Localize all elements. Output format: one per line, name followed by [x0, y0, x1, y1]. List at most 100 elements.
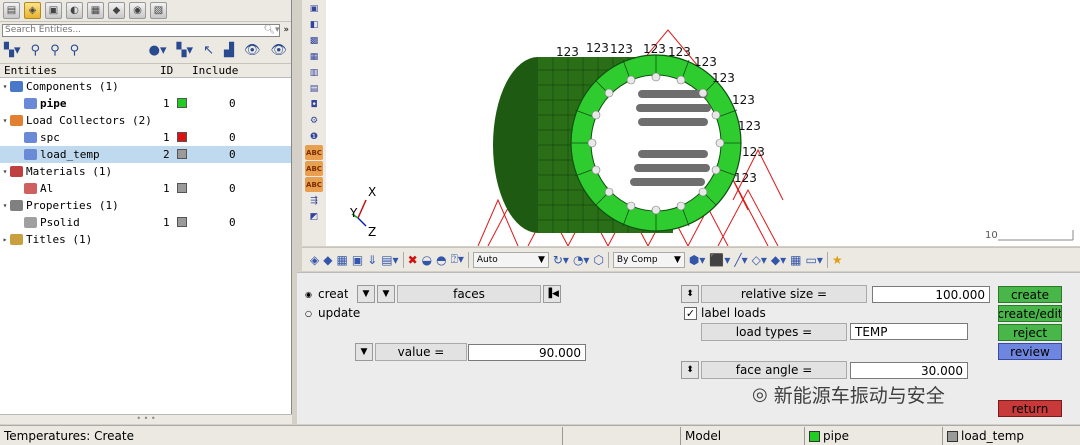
display-icon[interactable]: ◧ — [305, 17, 323, 32]
number-icon[interactable]: ❶ — [305, 129, 323, 144]
tree-row-spc[interactable]: spc 1 0 — [0, 129, 291, 146]
label-abc-icon[interactable]: ABC — [305, 145, 323, 160]
tree-row-pipe[interactable]: pipe 1 0 — [0, 95, 291, 112]
face-angle-toggle[interactable]: ⬍ — [681, 361, 699, 379]
shrink-icon[interactable]: ⚙ — [305, 113, 323, 128]
collapse-chevron-icon[interactable]: » — [280, 25, 289, 35]
value-field[interactable]: 90.000 — [468, 344, 586, 361]
header-include[interactable]: Include — [192, 64, 252, 77]
tree-row-al[interactable]: Al 1 0 — [0, 180, 291, 197]
load-types-field[interactable]: TEMP — [850, 323, 968, 340]
label-abc-2-icon[interactable]: ABC — [305, 161, 323, 176]
include-tab-icon[interactable]: ▣ — [45, 2, 62, 19]
display-mode-select[interactable]: Auto ▼ — [472, 251, 549, 268]
delete-icon[interactable]: ✖ — [408, 253, 418, 267]
show-only-icon[interactable]: 👁︎ — [270, 43, 287, 58]
mask-icon[interactable]: ◒ — [422, 253, 432, 267]
tree-row-load-collectors[interactable]: ▾ Load Collectors (2) — [0, 112, 291, 129]
search-input[interactable] — [5, 25, 195, 35]
material-tab-icon[interactable]: ◆ — [108, 2, 125, 19]
review-button[interactable]: review — [998, 343, 1062, 360]
collapse-arrow-icon[interactable]: ▾ — [0, 82, 10, 91]
face-angle-label-button[interactable]: face angle = — [701, 361, 847, 379]
load-types-label-button[interactable]: load types = — [701, 323, 847, 341]
wireframe-icon[interactable]: ▦ — [305, 49, 323, 64]
collapse-arrow-icon[interactable]: ▾ — [0, 201, 10, 210]
status-current-loadcollector[interactable]: load_temp — [942, 427, 1080, 445]
relative-size-field[interactable]: 100.000 — [872, 286, 990, 303]
elements-icon[interactable]: ▤ — [305, 81, 323, 96]
faces-selector[interactable]: faces — [397, 285, 541, 303]
status-model[interactable]: Model — [680, 427, 804, 445]
palette-icon[interactable]: ◩ — [305, 209, 323, 224]
load-display-icon[interactable]: ⇶ — [305, 193, 323, 208]
loadstep-tab-icon[interactable]: ▦ — [87, 2, 104, 19]
monitor-icon[interactable]: ▭▾ — [806, 253, 823, 267]
plane-icon[interactable]: ◇▾ — [752, 253, 767, 267]
show-icon[interactable]: 👁︎ — [244, 43, 261, 58]
tree-row-psolid[interactable]: Psolid 1 0 — [0, 214, 291, 231]
isolate-icon[interactable]: ▟ — [224, 43, 234, 58]
material-icon[interactable]: ▦ — [336, 253, 347, 267]
solid-icon[interactable]: ◆ — [323, 253, 332, 267]
filter-2-icon[interactable]: ⚲ — [50, 43, 60, 58]
line-icon[interactable]: ╱▾ — [734, 253, 747, 267]
collapse-arrow-icon[interactable]: ▸ — [0, 235, 10, 244]
search-icon[interactable]: 🔍︎▾ — [264, 25, 280, 35]
al-color-swatch[interactable] — [177, 183, 187, 193]
relative-size-label-button[interactable]: relative size = — [701, 285, 867, 303]
tree-row-titles[interactable]: ▸ Titles (1) — [0, 231, 291, 248]
label-abc-3-icon[interactable]: ABC — [305, 177, 323, 192]
graphics-viewport[interactable]: 123 123 123 123 123 123 123 123 123 123 … — [338, 0, 1080, 246]
spc-color-swatch[interactable] — [177, 132, 187, 142]
return-button[interactable]: return — [998, 400, 1062, 417]
collapse-arrow-icon[interactable]: ▾ — [0, 116, 10, 125]
status-current-component[interactable]: pipe — [804, 427, 942, 445]
load-temp-color-swatch[interactable] — [177, 149, 187, 159]
rotate-icon[interactable]: ↻▾ — [553, 253, 569, 267]
reset-selection-button[interactable]: ▐◀ — [543, 285, 561, 303]
create-edit-button[interactable]: create/edit — [998, 305, 1062, 322]
reject-button[interactable]: reject — [998, 324, 1062, 341]
wire-cube-icon[interactable]: ⬢▾ — [689, 253, 706, 267]
entity-tab-icon[interactable]: ◈ — [24, 2, 41, 19]
entity-color-icon[interactable]: ●▾ — [149, 43, 167, 58]
cube-icon[interactable]: ⬡ — [593, 253, 603, 267]
query-icon[interactable]: ⍰▾ — [451, 252, 464, 267]
browser-resize-grip[interactable]: • • • — [0, 414, 292, 424]
tree-row-properties[interactable]: ▾ Properties (1) — [0, 197, 291, 214]
property-icon[interactable]: ▣ — [352, 253, 363, 267]
relative-size-toggle[interactable]: ⬍ — [681, 285, 699, 303]
color-mode-select[interactable]: By Comp ▼ — [612, 251, 685, 268]
transparency-icon[interactable]: ◘ — [305, 97, 323, 112]
loadcollector-icon[interactable]: ▤▾ — [381, 253, 398, 267]
model-tab-icon[interactable]: ▤ — [3, 2, 20, 19]
value-type-dropdown[interactable]: ▼ — [355, 343, 373, 361]
create-type-dropdown[interactable]: ▼ — [357, 285, 375, 303]
solver-tab-icon[interactable]: ◉ — [129, 2, 146, 19]
collapse-arrow-icon[interactable]: ▾ — [0, 167, 10, 176]
header-entities[interactable]: Entities — [0, 64, 160, 77]
tree-row-materials[interactable]: ▾ Materials (1) — [0, 163, 291, 180]
mask-tab-icon[interactable]: ◐ — [66, 2, 83, 19]
header-id[interactable]: ID — [160, 64, 192, 77]
psolid-color-swatch[interactable] — [177, 217, 187, 227]
pan-icon[interactable]: ◔▾ — [573, 253, 590, 267]
load-icon[interactable]: ⇓ — [367, 253, 377, 267]
face-angle-field[interactable]: 30.000 — [850, 362, 968, 379]
display-mode-icon[interactable]: ▚▾ — [177, 43, 194, 58]
pipe-color-swatch[interactable] — [177, 98, 187, 108]
label-loads-checkbox[interactable]: ✓ label loads — [684, 306, 766, 320]
filter-icon[interactable]: ⚲ — [31, 43, 41, 58]
select-arrow-icon[interactable]: ↖ — [203, 43, 214, 58]
surface-icon[interactable]: ◆▾ — [771, 253, 786, 267]
shaded-icon[interactable]: ▩ — [305, 33, 323, 48]
connector-tab-icon[interactable]: ▧ — [150, 2, 167, 19]
folder-view-icon[interactable]: ▚▾ — [4, 43, 21, 58]
mesh-icon[interactable]: ▥ — [305, 65, 323, 80]
tree-row-components[interactable]: ▾ Components (1) — [0, 78, 291, 95]
entity-type-dropdown[interactable]: ▼ — [377, 285, 395, 303]
tree-row-load-temp[interactable]: load_temp 2 0 — [0, 146, 291, 163]
create-button[interactable]: create — [998, 286, 1062, 303]
value-label-button[interactable]: value = — [375, 343, 467, 361]
